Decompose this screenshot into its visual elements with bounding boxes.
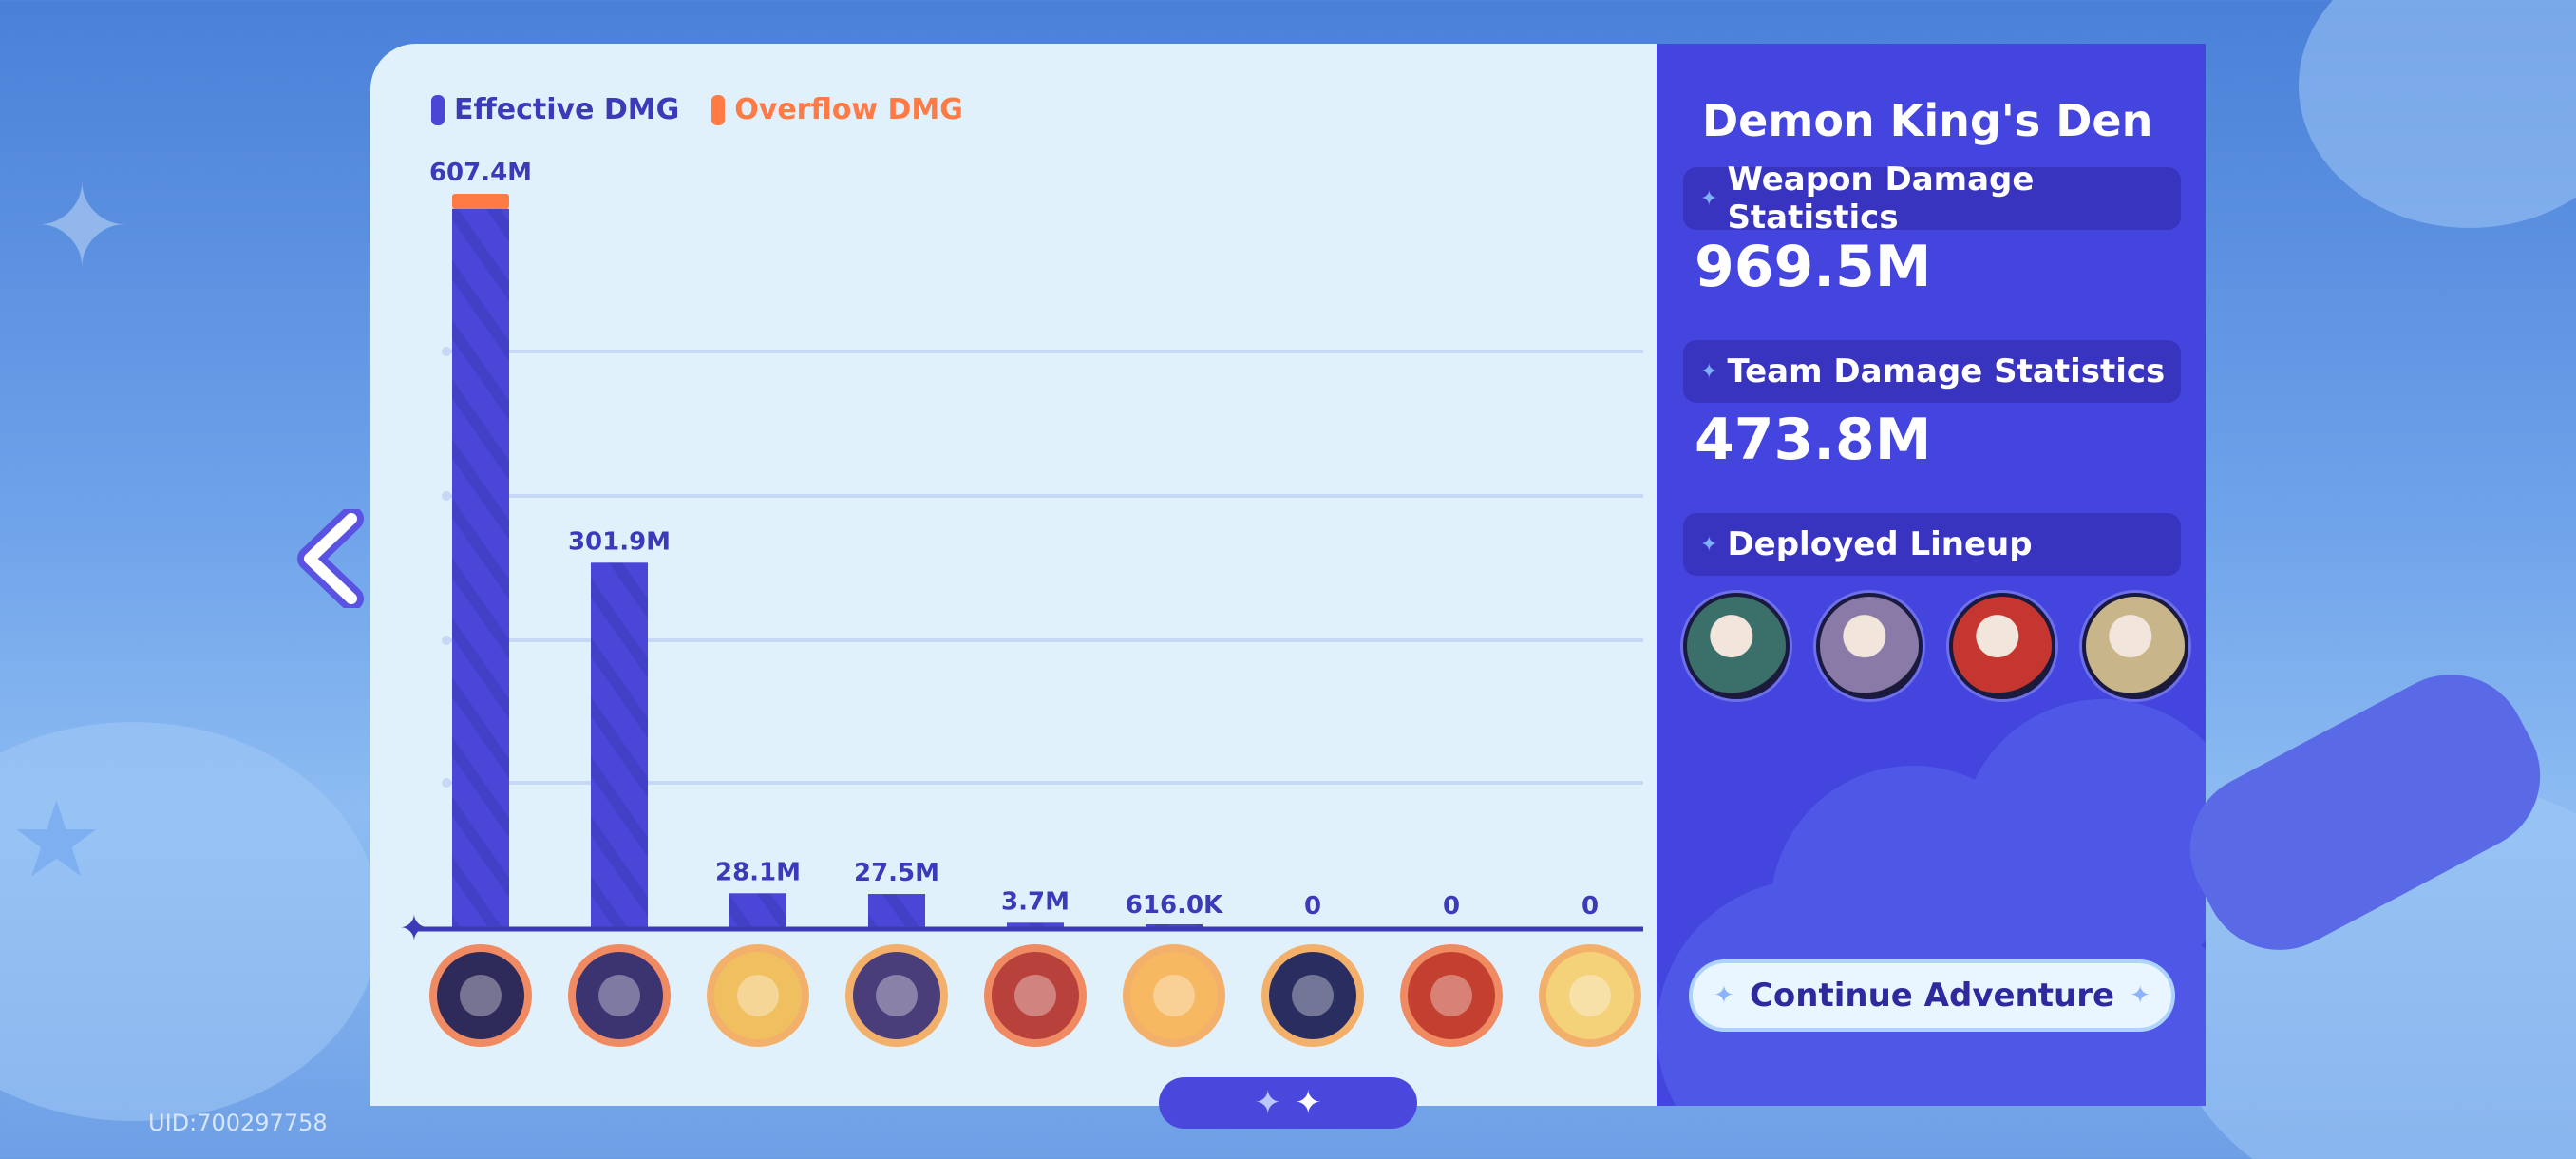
gridline-dot xyxy=(442,491,451,501)
bar-effective xyxy=(1007,922,1064,927)
bar-value-label: 27.5M xyxy=(854,859,939,887)
gridline-dot xyxy=(442,778,451,788)
character-3-icon[interactable] xyxy=(1949,593,2055,699)
continue-adventure-label: Continue Adventure xyxy=(1749,977,2115,1015)
bar-value-label: 616.0K xyxy=(1126,891,1223,920)
star-icon: ✦ xyxy=(1714,981,1734,1010)
bar-effective xyxy=(591,562,648,927)
team-stats-header: ✦ Team Damage Statistics xyxy=(1683,340,2181,403)
bar-overflow xyxy=(452,194,509,209)
bar-value-label: 301.9M xyxy=(568,527,671,556)
bar-value-label: 607.4M xyxy=(429,159,532,187)
character-4-icon[interactable] xyxy=(2082,593,2188,699)
bar-value-label: 0 xyxy=(1304,892,1321,921)
battle-axe-icon[interactable] xyxy=(845,944,948,1047)
uid-label: UID:700297758 xyxy=(148,1110,328,1136)
page-indicator[interactable]: ✦ ✦ xyxy=(1159,1077,1417,1129)
lineup-header: ✦ Deployed Lineup xyxy=(1683,513,2181,576)
bar-effective xyxy=(452,208,509,928)
page-dot-active-icon[interactable]: ✦ xyxy=(1295,1084,1322,1122)
background-star-icon: ✦ xyxy=(34,162,130,294)
weapon-stats-header: ✦ Weapon Damage Statistics xyxy=(1683,161,2181,237)
damage-bar-chart: 607.4M 301.9M 28.1M 27.5M 3.7M 616.0K 0 0 0 ✦ xyxy=(399,159,1643,1047)
diamond-icon: ✦ xyxy=(1700,186,1718,211)
demon-hat-icon[interactable] xyxy=(429,944,532,1047)
page-dot-icon[interactable]: ✦ xyxy=(1255,1084,1282,1122)
continue-adventure-button[interactable]: ✦ Continue Adventure ✦ xyxy=(1689,960,2175,1032)
gridline-dot xyxy=(442,636,451,645)
team-stats-label: Team Damage Statistics xyxy=(1727,352,2166,390)
bar-value-label: 0 xyxy=(1443,892,1460,921)
dragon-claw-icon[interactable] xyxy=(568,944,671,1047)
diamond-icon: ✦ xyxy=(1700,359,1718,384)
bar-value-label: 0 xyxy=(1582,892,1599,921)
lineup-avatars xyxy=(1683,593,2188,699)
background-cloud xyxy=(2299,0,2576,228)
weapon-stats-label: Weapon Damage Statistics xyxy=(1727,161,2035,237)
golden-crown-icon[interactable] xyxy=(1400,944,1503,1047)
lineup-label: Deployed Lineup xyxy=(1727,525,2033,563)
fire-orb-icon[interactable] xyxy=(707,944,809,1047)
bar-effective xyxy=(729,893,786,927)
weapon-damage-value: 969.5M xyxy=(1695,234,1932,300)
star-icon: ✦ xyxy=(2130,981,2150,1010)
team-damage-value: 473.8M xyxy=(1695,407,1932,473)
character-2-icon[interactable] xyxy=(1816,593,1923,699)
character-1-icon[interactable] xyxy=(1683,593,1790,699)
bar-effective xyxy=(868,894,925,927)
summary-panel: Demon King's Den ✦ Weapon Damage Statist… xyxy=(1657,44,2206,1106)
bar-value-label: 28.1M xyxy=(715,858,801,886)
gridline-dot xyxy=(442,347,451,356)
background-star-icon: ★ xyxy=(9,779,104,901)
stage-title: Demon King's Den xyxy=(1702,95,2153,146)
flame-blade-icon[interactable] xyxy=(1123,944,1225,1047)
demon-mask-icon[interactable] xyxy=(984,944,1087,1047)
candle-icon[interactable] xyxy=(1539,944,1641,1047)
bar-value-label: 3.7M xyxy=(1001,887,1070,916)
damage-chart-panel: Effective DMG Overflow DMG 607.4M 301.9M 2… xyxy=(370,44,1657,1106)
axis-star-icon: ✦ xyxy=(399,907,429,949)
diamond-icon: ✦ xyxy=(1700,532,1718,557)
blue-spirit-icon[interactable] xyxy=(1261,944,1364,1047)
back-arrow-icon[interactable] xyxy=(296,509,365,608)
